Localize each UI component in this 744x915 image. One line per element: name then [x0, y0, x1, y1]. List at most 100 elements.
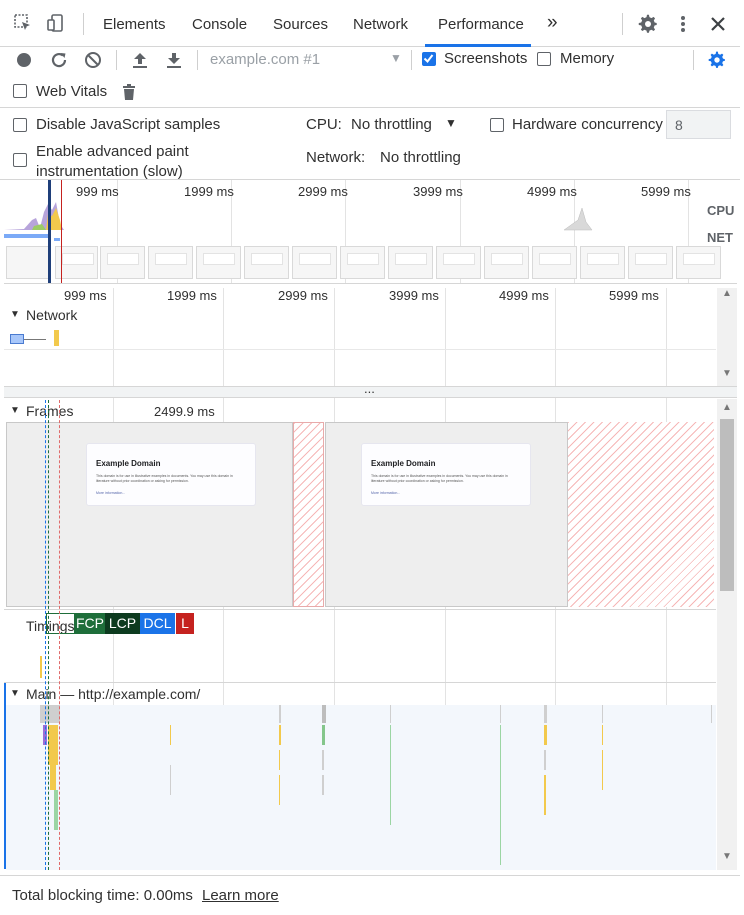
load-profile-button[interactable] — [129, 49, 151, 71]
frames-track[interactable]: ▼ Frames 2499.9 ms Example Domain This d… — [4, 399, 716, 609]
task-block[interactable] — [54, 790, 58, 830]
cpu-throttling-select[interactable]: No throttling ▼ — [350, 113, 465, 135]
lcp-marker[interactable]: LCP — [105, 613, 140, 634]
task-block[interactable] — [50, 765, 56, 790]
disable-js-samples-checkbox[interactable] — [13, 118, 27, 132]
scroll-down-icon[interactable]: ▼ — [722, 851, 732, 862]
scroll-up-icon[interactable]: ▲ — [722, 402, 732, 413]
more-options-icon[interactable] — [673, 13, 693, 35]
frame-dropped[interactable] — [293, 422, 324, 607]
filmstrip-thumbnail[interactable] — [292, 246, 337, 279]
record-button[interactable] — [14, 50, 34, 70]
overview-selection-handle-left[interactable] — [48, 180, 51, 283]
hardware-concurrency-input[interactable]: 8 — [666, 110, 731, 139]
hardware-concurrency-value: 8 — [675, 117, 683, 133]
fcp-marker[interactable]: FCP — [75, 613, 105, 634]
hardware-concurrency-label: Hardware concurrency — [512, 116, 663, 133]
download-icon — [167, 53, 181, 68]
ruler-tick: 3999 ms — [389, 288, 439, 303]
record-icon — [17, 53, 31, 67]
filmstrip-thumbnail[interactable] — [628, 246, 673, 279]
scroll-up-icon[interactable]: ▲ — [722, 288, 732, 299]
timeline-overview[interactable]: 999 ms 1999 ms 2999 ms 3999 ms 4999 ms 5… — [4, 180, 737, 284]
ruler-tick: 2999 ms — [278, 288, 328, 303]
close-devtools-icon[interactable] — [707, 13, 729, 35]
network-request-bar[interactable] — [54, 330, 59, 346]
upload-icon — [133, 53, 147, 68]
main-thread-track[interactable]: ▼ Main — http://example.com/ — [4, 682, 716, 870]
frame-dropped[interactable] — [568, 422, 714, 607]
recording-select-value: example.com #1 — [210, 51, 321, 68]
expand-triangle-icon[interactable]: ▼ — [10, 688, 20, 699]
scrollbar-thumb[interactable] — [720, 419, 734, 591]
filmstrip-thumbnail[interactable] — [436, 246, 481, 279]
expand-triangle-icon[interactable]: ▼ — [10, 309, 20, 320]
timing-marker-box[interactable] — [46, 613, 75, 634]
frame-screenshot: Example Domain This domain is for use in… — [361, 443, 531, 506]
load-marker[interactable]: L — [176, 613, 194, 634]
network-track[interactable]: ▼ Network — [4, 304, 716, 386]
trash-icon[interactable] — [119, 81, 139, 103]
filmstrip-thumbnail[interactable] — [484, 246, 529, 279]
hardware-concurrency-checkbox[interactable] — [490, 118, 504, 132]
tab-sources[interactable]: Sources — [273, 16, 328, 33]
dcl-marker[interactable]: DCL — [140, 613, 175, 634]
network-track-label: Network — [26, 307, 78, 323]
task-block[interactable] — [40, 705, 60, 723]
filmstrip-thumbnail[interactable] — [148, 246, 193, 279]
screenshots-checkbox[interactable] — [422, 52, 436, 66]
device-toolbar-icon[interactable] — [45, 12, 67, 34]
memory-label: Memory — [560, 50, 615, 67]
filmstrip-thumbnail[interactable] — [532, 246, 577, 279]
task-block[interactable] — [48, 725, 58, 765]
performance-toolbar: example.com #1 ▼ Screenshots Memory Web … — [0, 47, 740, 108]
tab-console[interactable]: Console — [192, 16, 247, 33]
ruler-tick: 999 ms — [64, 288, 107, 303]
tab-performance[interactable]: Performance — [438, 16, 524, 33]
web-vitals-checkbox[interactable] — [13, 84, 27, 98]
clear-button[interactable] — [82, 49, 104, 71]
disable-js-samples-label: Disable JavaScript samples — [36, 116, 221, 133]
net-bar — [4, 234, 49, 238]
ruler-tick: 5999 ms — [609, 288, 659, 303]
filmstrip-thumbnail[interactable] — [196, 246, 241, 279]
filmstrip — [4, 244, 737, 282]
filmstrip-thumbnail[interactable] — [340, 246, 385, 279]
advanced-paint-label-line2: instrumentation (slow) — [36, 163, 183, 180]
filmstrip-thumbnail[interactable] — [100, 246, 145, 279]
expand-triangle-icon[interactable]: ▼ — [10, 405, 20, 416]
track-splitter[interactable]: ... — [4, 381, 737, 398]
filmstrip-thumbnail[interactable] — [6, 246, 49, 279]
net-track-label: NET — [707, 230, 733, 245]
filmstrip-thumbnail[interactable] — [580, 246, 625, 279]
network-throttling-value[interactable]: No throttling — [380, 149, 461, 166]
tab-network[interactable]: Network — [353, 16, 408, 33]
more-tabs-button[interactable]: » — [547, 12, 558, 34]
ruler-tick: 1999 ms — [167, 288, 217, 303]
frames-scrollbar[interactable]: ▲ ▼ — [717, 399, 737, 870]
network-scrollbar[interactable]: ▲ ▼ — [717, 288, 737, 386]
recording-select[interactable]: example.com #1 ▼ — [205, 49, 405, 71]
total-blocking-time: Total blocking time: 0.00ms — [12, 887, 193, 904]
save-profile-button[interactable] — [163, 49, 185, 71]
check-icon — [423, 54, 434, 64]
filmstrip-thumbnail[interactable] — [388, 246, 433, 279]
settings-gear-icon[interactable] — [637, 13, 659, 35]
splitter-dots: ... — [364, 381, 375, 396]
filmstrip-thumbnail[interactable] — [244, 246, 289, 279]
clear-icon — [85, 52, 101, 68]
main-flamechart[interactable] — [6, 705, 716, 870]
network-request-bar[interactable] — [10, 334, 24, 344]
capture-settings-panel: Disable JavaScript samples CPU: No throt… — [0, 108, 740, 180]
inspect-element-icon[interactable] — [12, 12, 34, 34]
reload-record-button[interactable] — [48, 49, 70, 71]
scroll-down-icon[interactable]: ▼ — [722, 368, 732, 379]
capture-settings-gear-icon[interactable] — [706, 49, 728, 71]
memory-checkbox[interactable] — [537, 52, 551, 66]
filmstrip-thumbnail[interactable] — [676, 246, 721, 279]
tab-elements[interactable]: Elements — [103, 16, 166, 33]
screenshot-title: Example Domain — [96, 459, 161, 468]
cpu-activity-chart — [4, 202, 593, 231]
advanced-paint-checkbox[interactable] — [13, 153, 27, 167]
learn-more-link[interactable]: Learn more — [202, 887, 279, 904]
